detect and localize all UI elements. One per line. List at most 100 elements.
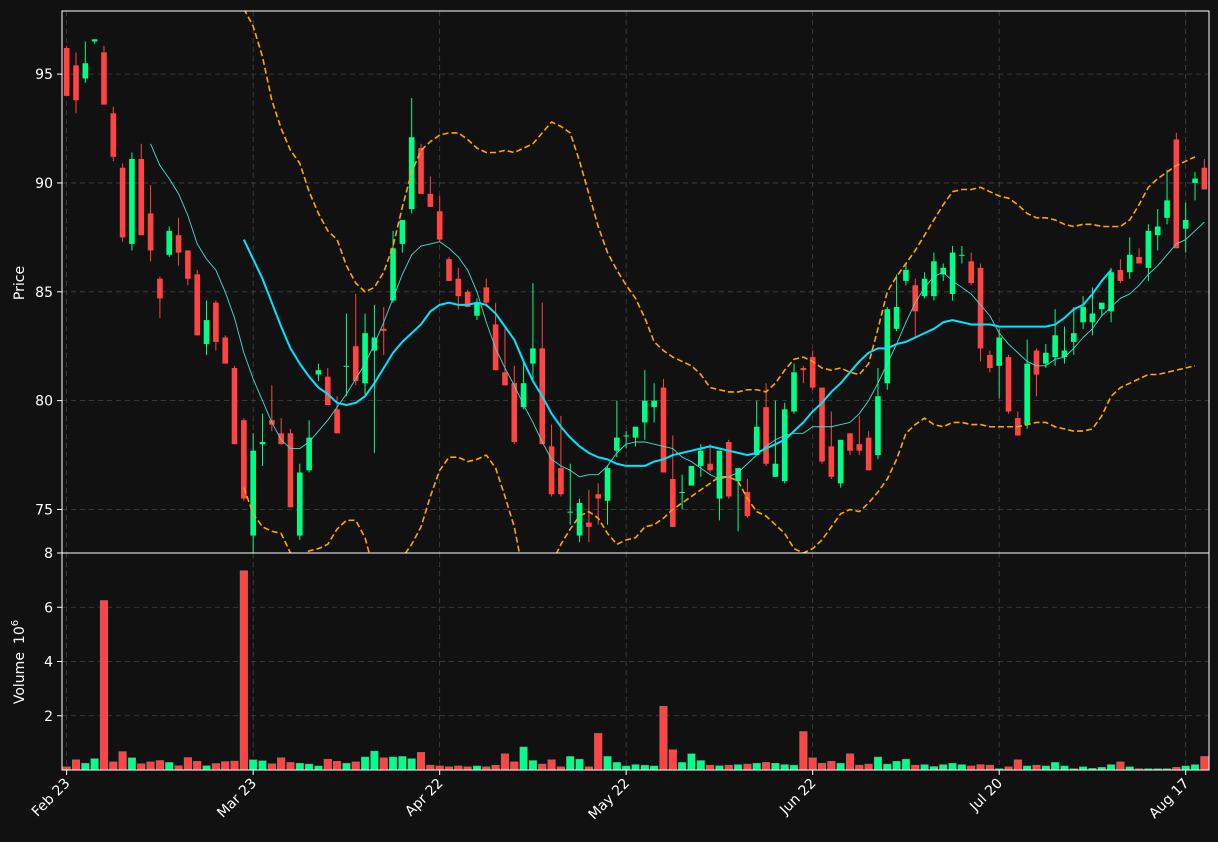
- candle: [604, 465, 611, 525]
- candle-body: [642, 400, 648, 423]
- candle-body: [520, 383, 527, 408]
- volume-bar: [379, 757, 388, 770]
- candle-body: [688, 465, 695, 486]
- volume-bar: [407, 758, 416, 770]
- candle-body: [1061, 350, 1068, 358]
- volume-bar: [836, 763, 845, 770]
- candle: [912, 278, 919, 338]
- volume-bar: [827, 761, 836, 770]
- candle-body: [250, 450, 256, 536]
- candle-body: [324, 376, 331, 405]
- volume-bar: [155, 760, 164, 770]
- candle: [1182, 202, 1189, 253]
- price-y-tick-label: 95: [35, 67, 53, 83]
- candle: [231, 365, 238, 445]
- volume-bar: [71, 759, 81, 770]
- candle: [436, 196, 443, 242]
- volume-bar: [1190, 764, 1200, 770]
- volume-bar: [1181, 765, 1190, 770]
- candle-body: [968, 261, 975, 284]
- upper-band-line: [244, 11, 1196, 393]
- candle: [185, 250, 191, 286]
- volume-bar: [99, 600, 108, 770]
- volume-bar: [873, 756, 882, 770]
- volume-bar: [286, 762, 295, 770]
- candle-body: [828, 446, 835, 477]
- candle: [1052, 309, 1058, 366]
- volume-bar: [314, 765, 323, 770]
- candle: [343, 313, 350, 397]
- candle-body: [753, 426, 760, 456]
- candle-body: [558, 468, 564, 495]
- candle-body: [502, 372, 508, 386]
- candle: [194, 270, 201, 336]
- price-axis-label: Price: [12, 266, 28, 300]
- candle: [670, 435, 676, 527]
- volume-bar: [472, 765, 481, 770]
- volume-bar: [762, 762, 771, 770]
- candle-body: [903, 270, 909, 281]
- candle-body: [343, 365, 350, 367]
- volume-bar: [398, 756, 407, 770]
- candle: [455, 267, 462, 310]
- candle: [147, 185, 154, 262]
- volume-bar: [650, 765, 659, 770]
- candle: [110, 106, 117, 162]
- volume-bar: [221, 761, 230, 770]
- candle: [352, 293, 359, 386]
- candle-body: [763, 407, 769, 464]
- candle-body: [1098, 302, 1105, 310]
- candle: [259, 413, 266, 466]
- candle: [213, 300, 219, 351]
- candle-body: [697, 450, 704, 466]
- candle: [63, 45, 70, 96]
- candle: [586, 489, 592, 543]
- candle-body: [436, 211, 443, 240]
- candle-body: [781, 409, 788, 482]
- candle-body: [101, 52, 107, 105]
- candle: [399, 219, 406, 253]
- candle: [287, 428, 294, 508]
- volume-bar: [659, 706, 668, 770]
- candle: [735, 468, 741, 532]
- candle: [511, 365, 518, 445]
- candle-body: [138, 159, 145, 236]
- candle: [1005, 354, 1012, 414]
- volume-bar: [799, 731, 808, 770]
- volume-bar: [361, 756, 370, 770]
- candle: [1173, 132, 1180, 249]
- candle-body: [455, 278, 462, 297]
- candle: [82, 41, 89, 83]
- candle: [269, 385, 275, 432]
- volume-bar: [706, 764, 715, 770]
- candle-body: [241, 420, 247, 499]
- candle-body: [1089, 313, 1096, 323]
- candle-body: [707, 463, 713, 471]
- volume-bar: [109, 761, 118, 770]
- volume-bar: [510, 761, 519, 770]
- candle-body: [1192, 178, 1198, 183]
- candle-body: [231, 367, 238, 445]
- candle: [614, 400, 620, 458]
- candle-body: [856, 444, 863, 451]
- candle-body: [1145, 230, 1152, 268]
- candle: [828, 411, 835, 479]
- volume-bar: [603, 756, 612, 770]
- volume-bar: [631, 764, 640, 770]
- candle: [408, 98, 415, 214]
- volume-bar: [976, 764, 985, 770]
- volume-bar: [165, 762, 174, 770]
- price-y-tick-label: 75: [35, 502, 53, 518]
- candle-body: [1182, 219, 1189, 229]
- volume-bar: [183, 757, 192, 770]
- candle: [707, 444, 713, 473]
- candle: [502, 328, 508, 386]
- candle: [296, 463, 303, 540]
- candle-body: [893, 307, 900, 329]
- x-tick-label: Mar 23: [214, 776, 260, 822]
- candle: [1117, 259, 1124, 284]
- volume-y-tick-label: 6: [44, 600, 53, 616]
- x-tick-label: Jul 20: [966, 776, 1006, 816]
- volume-bar: [193, 761, 202, 770]
- candle-body: [1126, 254, 1133, 273]
